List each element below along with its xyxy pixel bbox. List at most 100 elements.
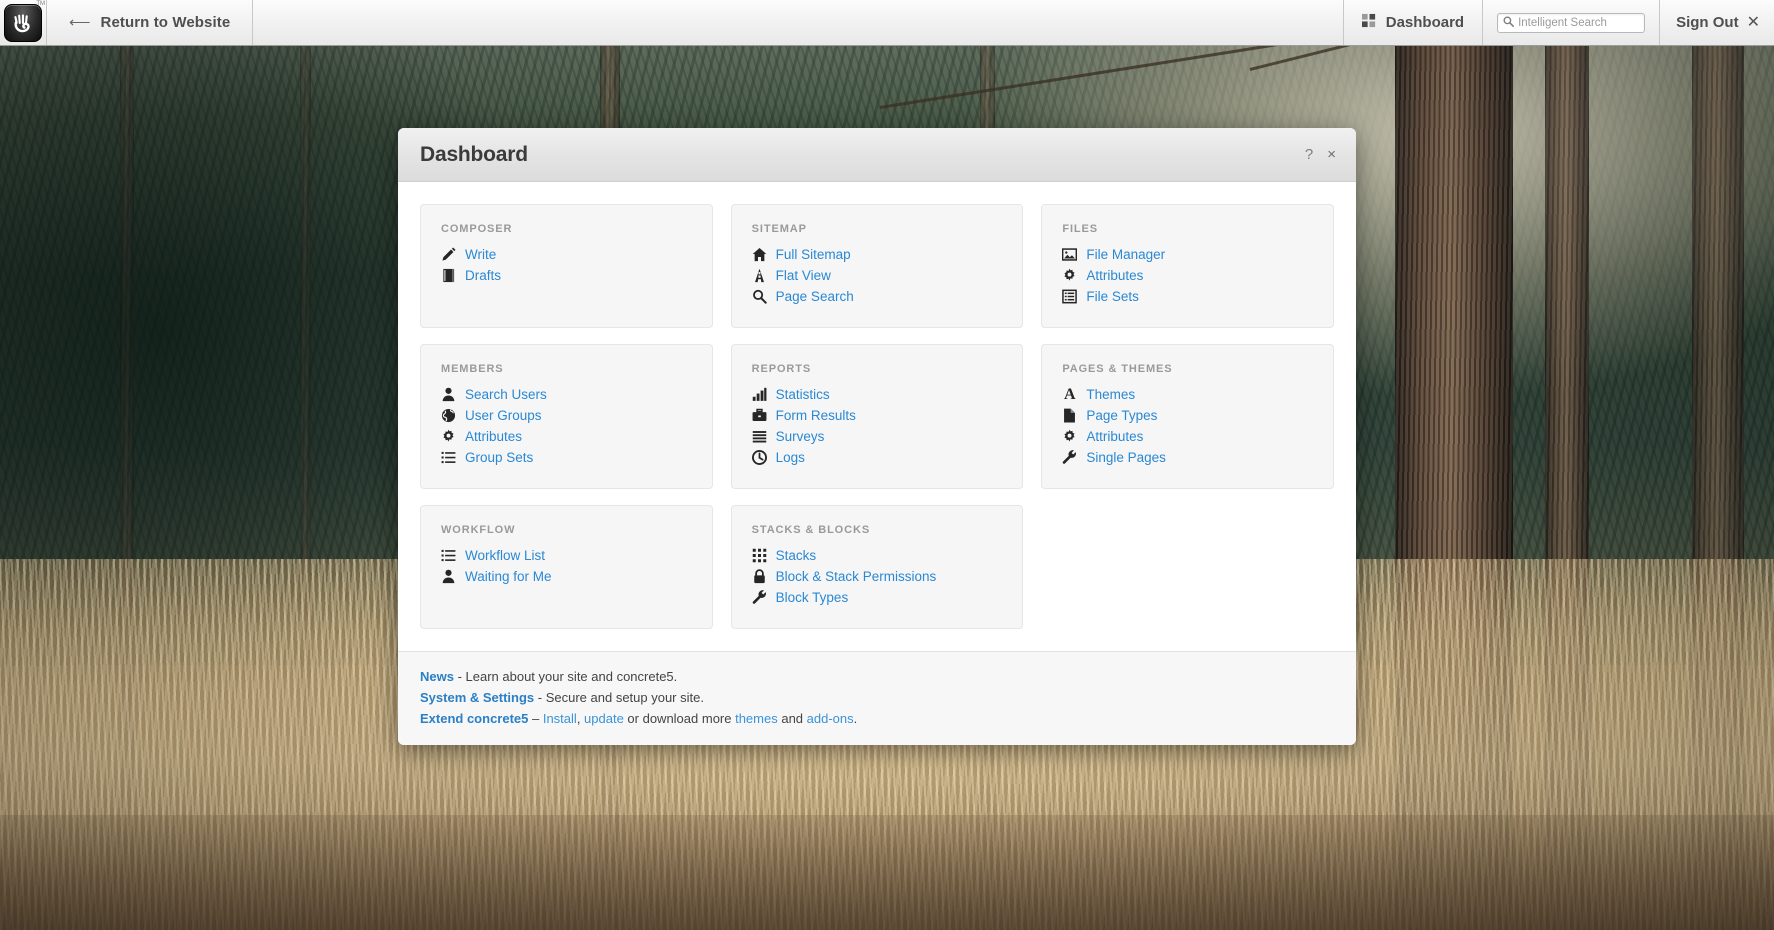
dashboard-card-title: SITEMAP bbox=[751, 223, 807, 235]
dashboard-link-logs[interactable]: Logs bbox=[751, 447, 1003, 468]
extend-mid-text: or download more bbox=[623, 711, 736, 726]
dashboard-card: PAGES & THEMES A Themes Page Types Attribute… bbox=[1041, 344, 1334, 489]
dashboard-link-label: Group Sets bbox=[465, 450, 534, 465]
dashboard-card-title: STACKS & BLOCKS bbox=[751, 524, 871, 536]
extend-and-text: and bbox=[777, 711, 807, 726]
concrete5-logo-button[interactable]: TM bbox=[0, 0, 46, 46]
dashboard-card-title: COMPOSER bbox=[441, 223, 513, 235]
system-settings-description: - Secure and setup your site. bbox=[534, 690, 704, 705]
lock-icon bbox=[752, 569, 767, 584]
return-to-website-label: Return to Website bbox=[100, 14, 231, 31]
search-box[interactable] bbox=[1497, 12, 1646, 33]
dashboard-panel-footer: News - Learn about your site and concret… bbox=[398, 651, 1356, 745]
picture-icon bbox=[1062, 247, 1078, 262]
dashboard-link-label: Attributes bbox=[1086, 268, 1144, 283]
dashboard-link-user-groups[interactable]: User Groups bbox=[441, 405, 692, 426]
dashboard-link-stacks[interactable]: Stacks bbox=[752, 545, 1003, 566]
trademark-mark: TM bbox=[36, 1, 45, 7]
help-button[interactable]: ? bbox=[1305, 146, 1313, 163]
extend-concrete5-link[interactable]: Extend concrete5 bbox=[420, 711, 528, 726]
news-link[interactable]: News bbox=[420, 669, 454, 684]
dashboard-link-workflow-list[interactable]: Workflow List bbox=[441, 545, 692, 566]
dashboard-link-label: User Groups bbox=[465, 408, 542, 423]
dashboard-link-drafts[interactable]: Drafts bbox=[441, 265, 692, 286]
sign-out-button[interactable]: Sign Out ✕ bbox=[1660, 0, 1774, 45]
dashboard-link-search-users[interactable]: Search Users bbox=[441, 384, 692, 405]
wrench-icon bbox=[1062, 450, 1077, 465]
dashboard-card: WORKFLOW Workflow List Waiting for Me bbox=[420, 505, 713, 629]
dashboard-link-file-sets[interactable]: File Sets bbox=[1062, 286, 1313, 307]
footer-line-news: News - Learn about your site and concret… bbox=[420, 666, 1334, 687]
dashboard-card-grid: COMPOSER Write Drafts SITEMAP Full Sitemap Fl… bbox=[420, 204, 1334, 629]
briefcase-icon bbox=[752, 408, 767, 423]
dashboard-link-label: Block Types bbox=[775, 590, 849, 605]
dashboard-card: SITEMAP Full Sitemap Flat View Page Search bbox=[730, 204, 1024, 328]
dashboard-card: COMPOSER Write Drafts bbox=[420, 204, 713, 328]
dashboard-link-block-types[interactable]: Block Types bbox=[752, 587, 1003, 608]
dashboard-link-label: Form Results bbox=[775, 408, 856, 423]
dashboard-link-label: Search Users bbox=[465, 387, 547, 402]
dashboard-card: FILES File Manager Attributes File Sets bbox=[1041, 204, 1334, 328]
home-icon bbox=[752, 247, 767, 262]
dashboard-link-file-manager[interactable]: File Manager bbox=[1062, 244, 1313, 265]
search-icon bbox=[1503, 14, 1515, 32]
update-link[interactable]: update bbox=[584, 711, 624, 726]
dashboard-button[interactable]: Dashboard bbox=[1344, 0, 1482, 45]
dashboard-link-label: Attributes bbox=[465, 429, 523, 444]
dashboard-link-attributes[interactable]: Attributes bbox=[441, 426, 692, 447]
extend-period: . bbox=[853, 711, 858, 726]
dashboard-link-label: Attributes bbox=[1086, 429, 1144, 444]
list-icon bbox=[441, 450, 456, 465]
dashboard-link-single-pages[interactable]: Single Pages bbox=[1062, 447, 1313, 468]
dashboard-link-page-search[interactable]: Page Search bbox=[752, 286, 1003, 307]
dashboard-link-statistics[interactable]: Statistics bbox=[752, 384, 1003, 405]
align-justify-icon bbox=[752, 429, 767, 444]
user-icon bbox=[441, 569, 456, 584]
arrow-left-icon: ⟵ bbox=[69, 14, 91, 31]
themes-link[interactable]: themes bbox=[735, 711, 778, 726]
dashboard-card-title: MEMBERS bbox=[441, 363, 504, 375]
dashboard-link-page-types[interactable]: Page Types bbox=[1062, 405, 1313, 426]
dashboard-card: REPORTS Statistics Form Results Surveys Logs bbox=[730, 344, 1024, 489]
dashboard-link-full-sitemap[interactable]: Full Sitemap bbox=[752, 244, 1003, 265]
concrete5-hand-logo-icon bbox=[4, 4, 42, 42]
dashboard-card: STACKS & BLOCKS Stacks Block & Stack Permi… bbox=[730, 505, 1024, 629]
footer-line-extend: Extend concrete5 – Install, update or do… bbox=[420, 708, 1334, 729]
road-icon bbox=[752, 268, 767, 283]
dashboard-link-label: Drafts bbox=[465, 268, 502, 283]
search-container bbox=[1483, 0, 1659, 45]
dashboard-panel-body: COMPOSER Write Drafts SITEMAP Full Sitemap Fl… bbox=[398, 182, 1356, 637]
dashboard-link-label: Statistics bbox=[775, 387, 830, 402]
dashboard-link-form-results[interactable]: Form Results bbox=[752, 405, 1003, 426]
close-x-icon: ✕ bbox=[1746, 13, 1760, 31]
gear-icon bbox=[441, 429, 456, 444]
install-link[interactable]: Install bbox=[543, 711, 577, 726]
return-to-website-button[interactable]: ⟵ Return to Website bbox=[47, 0, 252, 45]
intelligent-search-input[interactable] bbox=[1518, 16, 1640, 29]
dashboard-link-label: Workflow List bbox=[465, 548, 546, 563]
dashboard-link-themes[interactable]: A Themes bbox=[1062, 384, 1313, 405]
dashboard-panel: Dashboard ? × COMPOSER Write Drafts SITEMAP… bbox=[398, 128, 1356, 745]
dashboard-link-attributes[interactable]: Attributes bbox=[1062, 265, 1313, 286]
dashboard-link-flat-view[interactable]: Flat View bbox=[752, 265, 1003, 286]
admin-toolbar: TM ⟵ Return to Website Dashboard Intelli… bbox=[0, 0, 1774, 46]
dashboard-card-title: WORKFLOW bbox=[441, 524, 516, 536]
close-panel-button[interactable]: × bbox=[1327, 146, 1336, 163]
dashboard-panel-header: Dashboard ? × bbox=[398, 128, 1356, 182]
dashboard-card-title: FILES bbox=[1062, 223, 1098, 235]
font-letter-a-icon: A bbox=[1064, 386, 1076, 403]
dashboard-link-group-sets[interactable]: Group Sets bbox=[441, 447, 692, 468]
dashboard-link-waiting-for-me[interactable]: Waiting for Me bbox=[441, 566, 692, 587]
system-settings-link[interactable]: System & Settings bbox=[420, 690, 534, 705]
extend-comma: , bbox=[576, 711, 585, 726]
wrench-icon bbox=[752, 590, 767, 605]
dashboard-card-title: PAGES & THEMES bbox=[1062, 363, 1173, 375]
dashboard-link-attributes[interactable]: Attributes bbox=[1062, 426, 1313, 447]
dashboard-link-label: File Sets bbox=[1086, 289, 1139, 304]
add-ons-link[interactable]: add-ons bbox=[807, 711, 854, 726]
dashboard-link-block-stack-permissions[interactable]: Block & Stack Permissions bbox=[752, 566, 1003, 587]
dashboard-card-title: REPORTS bbox=[751, 363, 812, 375]
dashboard-link-surveys[interactable]: Surveys bbox=[752, 426, 1003, 447]
dashboard-link-write[interactable]: Write bbox=[441, 244, 692, 265]
